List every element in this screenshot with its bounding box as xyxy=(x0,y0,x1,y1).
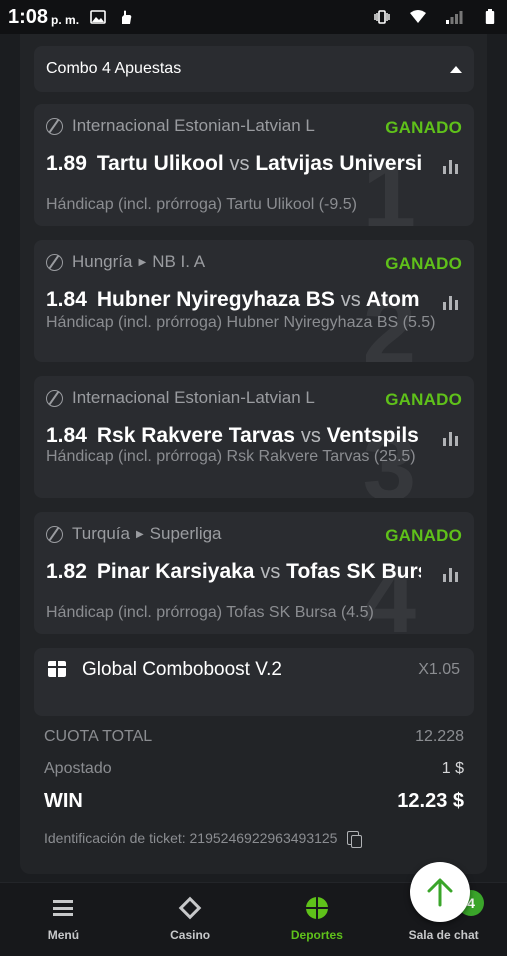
bet-card[interactable]: 3 Internacional Estonian-Latvian L GANAD… xyxy=(34,376,474,498)
basketball-icon xyxy=(46,389,63,407)
bet-line: 1.89 Tartu Ulikool vs Latvijas Universit xyxy=(46,152,421,176)
boost-multiplier: X1.05 xyxy=(418,661,460,678)
league-name: Internacional Estonian-Latvian L xyxy=(72,388,315,407)
bet-odd: 1.84 xyxy=(46,424,87,447)
vibrate-icon xyxy=(373,9,391,25)
nav-chat-label: Sala de chat xyxy=(408,928,479,942)
stats-icon[interactable] xyxy=(443,294,458,310)
home-team: Rsk Rakvere Tarvas xyxy=(96,424,295,447)
away-team: Ventspils xyxy=(326,424,419,447)
country-name: Turquía xyxy=(72,524,130,543)
home-team: Pinar Karsiyaka xyxy=(96,560,255,583)
collapse-caret-icon[interactable] xyxy=(450,65,462,73)
status-ampm: p. m. xyxy=(51,12,80,27)
nav-casino-label: Casino xyxy=(170,928,211,942)
bet-odd: 1.84 xyxy=(46,288,87,311)
gift-icon xyxy=(48,661,66,677)
bet-market: Hándicap (incl. prórroga) Rsk Rakvere Ta… xyxy=(46,448,416,465)
basketball-icon xyxy=(46,525,63,543)
gallery-notification-icon xyxy=(89,9,107,25)
away-team: Tofas SK Bursa xyxy=(286,560,421,583)
league-name: Internacional Estonian-Latvian L xyxy=(72,116,315,135)
league-name: Superliga xyxy=(149,524,222,543)
stats-icon[interactable] xyxy=(443,158,458,174)
bet-odd: 1.82 xyxy=(46,560,87,583)
vs-label: vs xyxy=(340,289,361,311)
bet-status: GANADO xyxy=(385,526,462,545)
vs-label: vs xyxy=(229,153,250,175)
win-label: WIN xyxy=(44,790,83,812)
scroll-top-button[interactable] xyxy=(410,862,470,922)
staked-label: Apostado xyxy=(44,760,112,777)
bet-market: Hándicap (incl. prórroga) Tartu Ulikool … xyxy=(46,196,357,213)
casino-icon xyxy=(178,896,202,920)
battery-icon xyxy=(481,9,499,25)
bet-market: Hándicap (incl. prórroga) Hubner Nyiregy… xyxy=(46,314,436,331)
menu-icon xyxy=(53,900,74,916)
win-row: WIN 12.23 $ xyxy=(44,790,464,813)
comboboost-card: Global Comboboost V.2 X1.05 xyxy=(34,648,474,716)
nav-casino[interactable]: Casino xyxy=(127,883,254,956)
vs-label: vs xyxy=(300,425,321,447)
away-team: Latvijas Universit xyxy=(255,152,421,175)
bet-card[interactable]: 4 Turquía ▶ Superliga GANADO 1.82 Pinar K… xyxy=(34,512,474,634)
nav-menu-label: Menú xyxy=(47,928,80,942)
combo-header[interactable]: Combo 4 Apuestas xyxy=(34,46,474,92)
bet-league: Turquía ▶ Superliga xyxy=(46,524,366,544)
total-odds-label: CUOTA TOTAL xyxy=(44,728,153,745)
bet-odd: 1.89 xyxy=(46,152,87,175)
bet-league: Internacional Estonian-Latvian L xyxy=(46,388,366,408)
stats-icon[interactable] xyxy=(443,566,458,582)
status-time: 1:08 xyxy=(8,5,49,28)
country-name: Hungría xyxy=(72,252,133,271)
nav-sports[interactable]: Deportes xyxy=(254,883,381,956)
arrow-up-icon xyxy=(427,878,453,907)
basketball-icon xyxy=(46,253,63,271)
bet-card[interactable]: 2 Hungría ▶ NB I. A GANADO 1.84 Hubner Ny… xyxy=(34,240,474,362)
bet-line: 1.84 Rsk Rakvere Tarvas vs Ventspils xyxy=(46,424,421,448)
bet-market: Hándicap (incl. prórroga) Tofas SK Bursa… xyxy=(46,604,374,621)
bet-status: GANADO xyxy=(385,390,462,409)
signal-icon xyxy=(445,9,463,25)
bet-card[interactable]: 1 Internacional Estonian-Latvian L GANAD… xyxy=(34,104,474,226)
bet-status: GANADO xyxy=(385,254,462,273)
boost-name: Global Comboboost V.2 xyxy=(82,659,282,680)
basketball-icon xyxy=(305,897,328,919)
win-value: 12.23 $ xyxy=(397,790,464,812)
breadcrumb-separator-icon: ▶ xyxy=(138,256,147,268)
wifi-icon xyxy=(409,9,427,25)
league-name: NB I. A xyxy=(152,252,206,271)
basketball-icon xyxy=(46,117,63,135)
bet-league: Hungría ▶ NB I. A xyxy=(46,252,366,272)
bet-league: Internacional Estonian-Latvian L xyxy=(46,116,366,136)
home-team: Tartu Ulikool xyxy=(96,152,224,175)
combo-title: Combo 4 Apuestas xyxy=(46,60,182,77)
hand-notification-icon xyxy=(117,9,135,25)
away-team: Atom xyxy=(365,288,420,311)
vs-label: vs xyxy=(260,561,281,583)
home-team: Hubner Nyiregyhaza BS xyxy=(96,288,335,311)
staked-value: 1 $ xyxy=(441,760,464,777)
ticket-id-text: Identificación de ticket: 21952469229634… xyxy=(44,830,338,846)
bet-line: 1.84 Hubner Nyiregyhaza BS vs Atom xyxy=(46,288,421,312)
bet-panel: Combo 4 Apuestas 1 Internacional Estonia… xyxy=(20,34,487,874)
copy-icon[interactable] xyxy=(347,831,363,848)
bet-line: 1.82 Pinar Karsiyaka vs Tofas SK Bursa xyxy=(46,560,421,584)
total-odds-value: 12.228 xyxy=(415,728,464,745)
stats-icon[interactable] xyxy=(443,430,458,446)
nav-menu[interactable]: Menú xyxy=(0,883,127,956)
total-odds-row: CUOTA TOTAL 12.228 xyxy=(44,728,464,746)
breadcrumb-separator-icon: ▶ xyxy=(135,528,144,540)
bet-status: GANADO xyxy=(385,118,462,137)
status-bar: 1:08 p. m. xyxy=(0,0,507,34)
ticket-id: Identificación de ticket: 21952469229634… xyxy=(44,830,363,848)
staked-row: Apostado 1 $ xyxy=(44,760,464,778)
nav-sports-label: Deportes xyxy=(290,928,343,942)
